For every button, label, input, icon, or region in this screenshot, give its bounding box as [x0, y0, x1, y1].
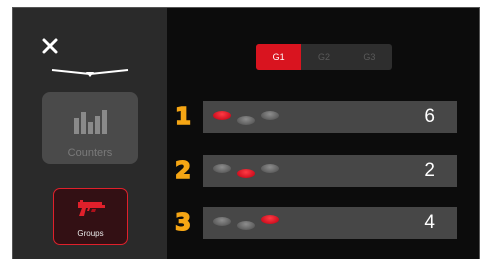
group-row-bar[interactable]: 6 [203, 101, 457, 133]
group-row: 2 2 [174, 155, 465, 187]
coin-icon-grey [261, 164, 279, 173]
tab-g1[interactable]: G1 [256, 44, 302, 70]
nav-counters-button[interactable]: Counters [42, 92, 138, 164]
nav-counters-label: Counters [67, 147, 113, 159]
tab-g2[interactable]: G2 [301, 44, 346, 70]
coin-icon-red [237, 169, 255, 178]
pistol-icon [76, 199, 106, 222]
coin-icon-grey [261, 111, 279, 120]
row-count: 4 [424, 212, 435, 233]
bar-chart-icon [72, 108, 108, 139]
group-row-bar[interactable]: 2 [203, 155, 457, 187]
main-panel: G1 G2 G3 1 6 2 2 3 4 [167, 8, 479, 259]
coin-icon-red [261, 215, 279, 224]
coin-icon-grey [213, 217, 231, 226]
nav-groups-button[interactable]: Groups [53, 188, 128, 245]
row-number: 1 [174, 103, 192, 131]
app-window: Counters Groups G1 G2 G3 1 6 2 2 3 4 [12, 7, 480, 259]
row-number: 2 [174, 157, 192, 185]
chevron-down-icon[interactable] [51, 66, 129, 78]
group-row: 3 4 [174, 207, 465, 239]
sidebar: Counters Groups [13, 8, 167, 259]
row-count: 2 [424, 160, 435, 181]
nav-groups-label: Groups [77, 229, 104, 238]
row-number: 3 [174, 209, 192, 237]
coin-icon-grey [237, 221, 255, 230]
row-count: 6 [424, 106, 435, 127]
tab-g3[interactable]: G3 [347, 44, 392, 70]
group-row-bar[interactable]: 4 [203, 207, 457, 239]
coin-icon-grey [213, 164, 231, 173]
coin-icon-red [213, 111, 231, 120]
close-icon[interactable] [39, 35, 61, 57]
group-tabs: G1 G2 G3 [256, 44, 392, 70]
coin-icon-grey [237, 116, 255, 125]
group-row: 1 6 [174, 101, 465, 133]
